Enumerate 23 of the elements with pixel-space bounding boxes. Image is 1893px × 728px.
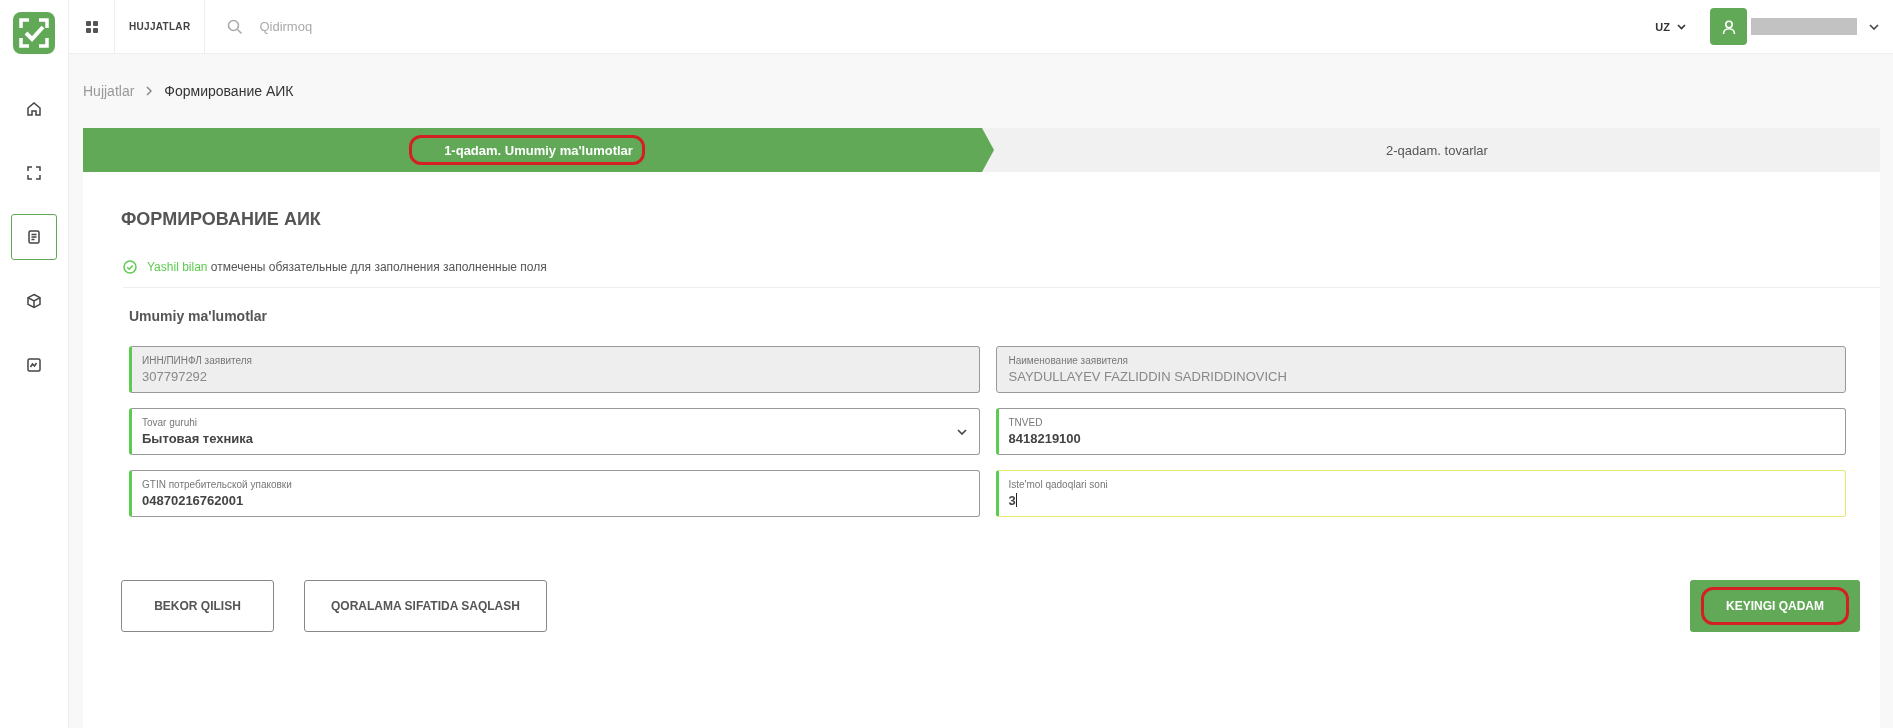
cancel-button[interactable]: BEKOR QILISH (121, 580, 274, 632)
input-field[interactable]: TNVED 8418219100 (995, 408, 1846, 455)
input-field[interactable]: Iste'mol qadoqlari soni 3 (995, 470, 1846, 517)
input-field[interactable]: GTIN потребительской упаковки 04870216762001 (129, 470, 980, 517)
logo-icon[interactable] (13, 12, 55, 54)
chevron-down-icon (1677, 23, 1686, 30)
search-field[interactable]: Qidirmoq (257, 18, 562, 35)
notice-text: Yashil bilan отмечены обязательные для заполнения заполненные поля (147, 260, 547, 274)
language-selector[interactable]: UZ (1655, 20, 1686, 33)
page-title: ФОРМИРОВАНИЕ АИК (121, 209, 322, 230)
user-avatar-icon[interactable] (1710, 8, 1747, 45)
search-icon (227, 18, 244, 35)
document-icon[interactable] (11, 214, 57, 260)
save-draft-button[interactable]: QORALAMA SIFATIDA SAQLASH (304, 580, 547, 632)
page-breadcrumb-title: Формирование АИК (164, 83, 294, 99)
chevron-down-icon (956, 428, 967, 435)
chevron-right-icon (146, 86, 153, 96)
apps-grid-icon[interactable] (85, 20, 98, 33)
chevron-down-icon[interactable] (1869, 23, 1879, 30)
select-field[interactable]: Tovar guruhi Бытовая техника (129, 408, 980, 455)
section-link[interactable]: HUJJATLAR (129, 21, 191, 32)
check-circle-icon (123, 260, 137, 274)
section-heading: Umumiy ma'lumotlar (129, 308, 268, 324)
